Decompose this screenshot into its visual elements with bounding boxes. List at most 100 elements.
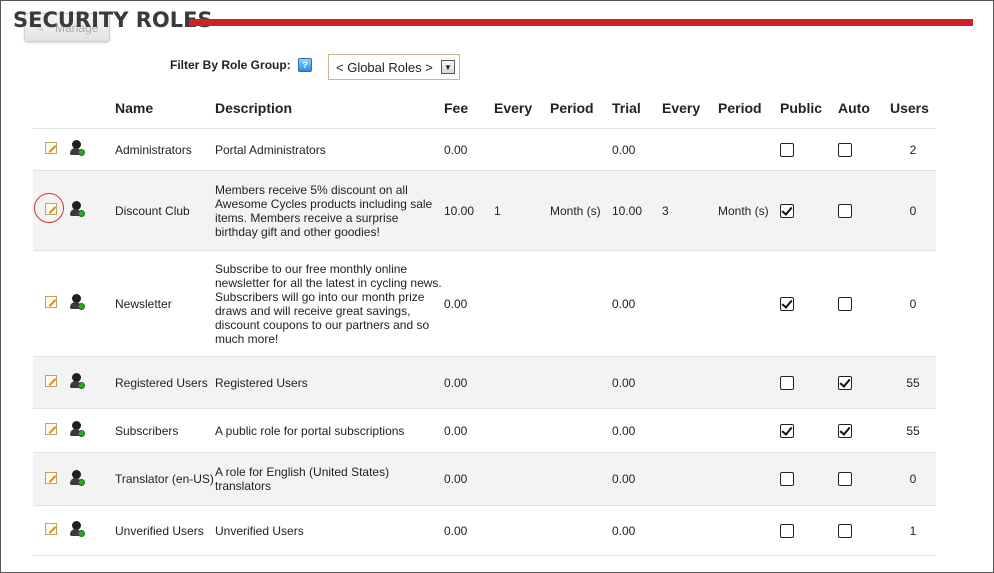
edit-role-button[interactable] bbox=[45, 296, 57, 311]
auto-checkbox[interactable] bbox=[838, 523, 852, 538]
roles-table: Name Description Fee Every Period Trial … bbox=[33, 87, 936, 556]
edit-cell bbox=[33, 170, 69, 251]
auto-cell bbox=[838, 250, 890, 357]
table-row: Newsletter Subscribe to our free monthly … bbox=[33, 250, 936, 357]
column-header-name[interactable]: Name bbox=[115, 87, 215, 129]
highlight-circle bbox=[34, 193, 64, 223]
edit-icon bbox=[45, 471, 57, 484]
role-description: Unverified Users bbox=[215, 505, 444, 556]
role-trial-every bbox=[662, 250, 718, 357]
role-trial-period: Month (s) bbox=[718, 170, 780, 251]
role-name: Subscribers bbox=[115, 408, 215, 453]
auto-cell bbox=[838, 356, 890, 409]
table-row: Discount Club Members receive 5% discount… bbox=[33, 170, 936, 251]
column-header-trial-every[interactable]: Every bbox=[662, 87, 718, 129]
role-fee: 0.00 bbox=[444, 505, 494, 556]
edit-role-button[interactable] bbox=[45, 375, 57, 390]
permissions-column-header bbox=[69, 87, 115, 129]
role-name: Administrators bbox=[115, 128, 215, 171]
role-members-icon[interactable] bbox=[69, 294, 85, 310]
role-trial: 10.00 bbox=[612, 170, 662, 251]
table-row: Translator (en-US) A role for English (Un… bbox=[33, 452, 936, 506]
auto-checkbox[interactable] bbox=[838, 423, 852, 438]
edit-role-button[interactable] bbox=[45, 471, 57, 487]
role-users: 55 bbox=[890, 408, 936, 453]
role-every: 1 bbox=[494, 170, 550, 251]
edit-role-button[interactable] bbox=[45, 142, 57, 157]
table-row: Unverified Users Unverified Users 0.00 0.00… bbox=[33, 505, 936, 556]
page-frame: ✎ Manage SECURITY ROLES Filter By Role G… bbox=[0, 0, 994, 573]
table-row: Administrators Portal Administrators 0.00 0… bbox=[33, 128, 936, 171]
chevron-down-icon[interactable]: ▼ bbox=[441, 60, 455, 74]
role-members-icon[interactable] bbox=[69, 201, 85, 217]
role-members-icon[interactable] bbox=[69, 140, 85, 156]
role-period bbox=[550, 128, 612, 171]
public-checkbox[interactable] bbox=[780, 142, 794, 157]
public-checkbox[interactable] bbox=[780, 296, 794, 311]
role-name: Unverified Users bbox=[115, 505, 215, 556]
role-period bbox=[550, 356, 612, 409]
column-header-trial-period[interactable]: Period bbox=[718, 87, 780, 129]
auto-checkbox[interactable] bbox=[838, 375, 852, 390]
edit-icon bbox=[45, 296, 57, 308]
auto-checkbox[interactable] bbox=[838, 203, 852, 218]
auto-cell bbox=[838, 408, 890, 453]
auto-checkbox[interactable] bbox=[838, 296, 852, 311]
column-header-public[interactable]: Public bbox=[780, 87, 838, 129]
public-checkbox[interactable] bbox=[780, 203, 794, 218]
edit-role-button[interactable] bbox=[45, 523, 57, 538]
role-fee: 0.00 bbox=[444, 452, 494, 506]
table-header-row: Name Description Fee Every Period Trial … bbox=[33, 87, 936, 129]
public-cell bbox=[780, 170, 838, 251]
public-checkbox[interactable] bbox=[780, 375, 794, 390]
column-header-every[interactable]: Every bbox=[494, 87, 550, 129]
role-members-icon[interactable] bbox=[69, 373, 85, 389]
public-cell bbox=[780, 356, 838, 409]
public-cell bbox=[780, 452, 838, 506]
auto-cell bbox=[838, 452, 890, 506]
role-description: Portal Administrators bbox=[215, 128, 444, 171]
role-trial-every bbox=[662, 128, 718, 171]
auto-checkbox[interactable] bbox=[838, 142, 852, 157]
public-checkbox[interactable] bbox=[780, 523, 794, 538]
column-header-description[interactable]: Description bbox=[215, 87, 444, 129]
role-trial-period bbox=[718, 505, 780, 556]
edit-role-button[interactable] bbox=[34, 193, 64, 223]
title-rule bbox=[189, 19, 973, 26]
column-header-auto[interactable]: Auto bbox=[838, 87, 890, 129]
permissions-cell bbox=[69, 505, 115, 556]
public-checkbox[interactable] bbox=[780, 423, 794, 438]
role-every bbox=[494, 356, 550, 409]
public-checkbox[interactable] bbox=[780, 472, 794, 487]
public-cell bbox=[780, 408, 838, 453]
role-members-icon[interactable] bbox=[69, 421, 85, 437]
auto-checkbox[interactable] bbox=[838, 472, 852, 487]
column-header-period[interactable]: Period bbox=[550, 87, 612, 129]
role-fee: 0.00 bbox=[444, 128, 494, 171]
edit-cell bbox=[33, 408, 69, 453]
column-header-fee[interactable]: Fee bbox=[444, 87, 494, 129]
filter-label: Filter By Role Group: bbox=[170, 58, 291, 72]
column-header-users[interactable]: Users bbox=[890, 87, 936, 129]
permissions-cell bbox=[69, 408, 115, 453]
edit-cell bbox=[33, 356, 69, 409]
role-period: Month (s) bbox=[550, 170, 612, 251]
role-trial: 0.00 bbox=[612, 128, 662, 171]
role-trial-period bbox=[718, 408, 780, 453]
role-group-select[interactable]: < Global Roles > ▼ bbox=[328, 54, 460, 80]
role-trial: 0.00 bbox=[612, 452, 662, 506]
public-cell bbox=[780, 505, 838, 556]
role-trial-period bbox=[718, 128, 780, 171]
role-trial-period bbox=[718, 356, 780, 409]
role-name: Discount Club bbox=[115, 170, 215, 251]
public-cell bbox=[780, 250, 838, 357]
role-members-icon[interactable] bbox=[69, 469, 85, 486]
role-members-icon[interactable] bbox=[69, 521, 85, 537]
edit-role-button[interactable] bbox=[45, 423, 57, 438]
role-description: A public role for portal subscriptions bbox=[215, 408, 444, 453]
help-icon[interactable]: ? bbox=[298, 58, 312, 72]
column-header-trial[interactable]: Trial bbox=[612, 87, 662, 129]
role-period bbox=[550, 452, 612, 506]
role-description: Subscribe to our free monthly online new… bbox=[215, 250, 444, 357]
role-description: A role for English (United States) trans… bbox=[215, 452, 444, 506]
